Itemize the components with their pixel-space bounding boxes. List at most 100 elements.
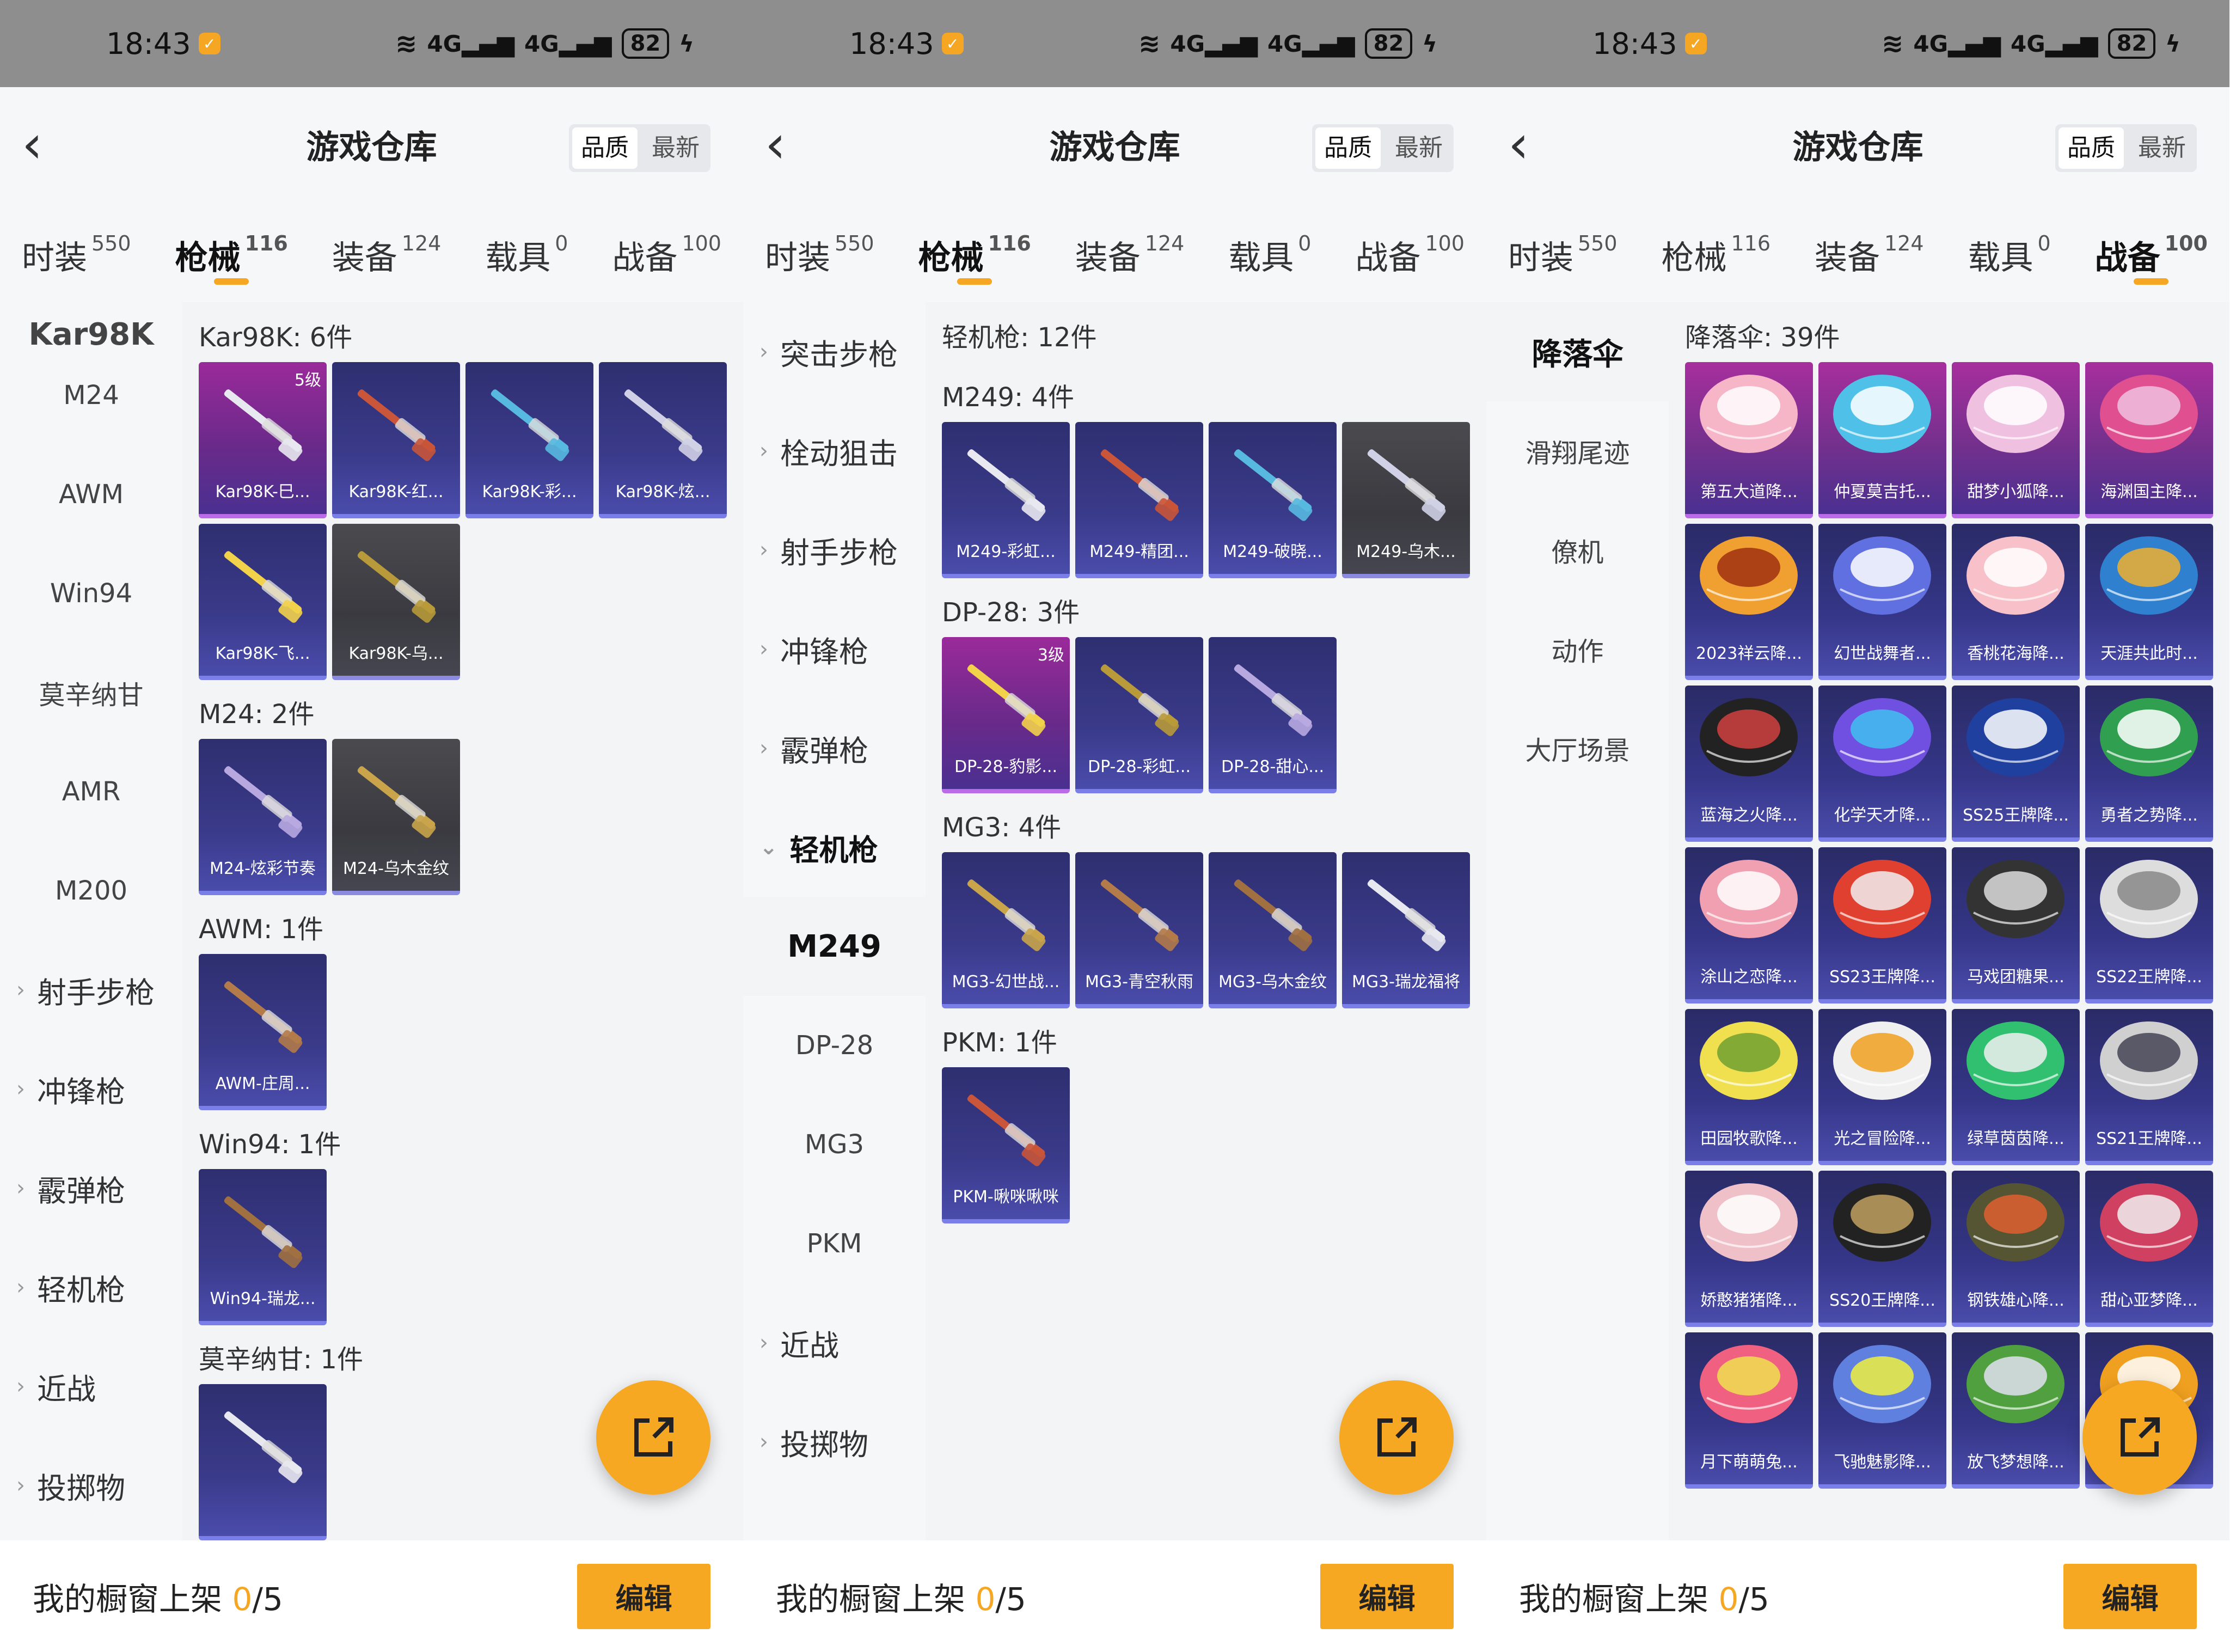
sidebar-category[interactable]: › 栓动狙击 (743, 401, 926, 500)
tab-2[interactable]: 装备 124 (1815, 219, 1924, 285)
sidebar-category[interactable]: ⌄ 轻机枪 (743, 798, 926, 897)
item-card[interactable]: Win94-瑞龙... (199, 1169, 327, 1325)
sort-quality-button[interactable]: 品质 (2059, 127, 2124, 169)
item-card[interactable]: M24-炫彩节奏 (199, 739, 327, 895)
item-card[interactable]: MG3-青空秋雨 (1075, 852, 1203, 1008)
item-card[interactable]: DP-28-彩虹... (1075, 637, 1203, 793)
item-card[interactable]: M249-破晓... (1209, 422, 1337, 578)
item-card[interactable]: 娇憨猪猪降... (1685, 1171, 1813, 1327)
back-icon[interactable]: ‹ (765, 118, 808, 170)
item-card[interactable]: 仲夏莫吉托... (1818, 362, 1946, 518)
sidebar-subitem[interactable]: PKM (743, 1194, 926, 1293)
share-button[interactable] (596, 1380, 710, 1495)
sidebar-subitem[interactable]: DP-28 (743, 996, 926, 1095)
sidebar-category[interactable]: › 投掷物 (743, 1392, 926, 1491)
tab-2[interactable]: 装备 124 (332, 219, 442, 285)
tab-0[interactable]: 时装 550 (22, 219, 131, 285)
item-card[interactable]: 马戏团糖果... (1952, 847, 2080, 1004)
item-card[interactable]: 天涯共此时... (2085, 524, 2213, 680)
item-card[interactable]: M249-彩虹... (942, 422, 1070, 578)
back-icon[interactable]: ‹ (22, 118, 65, 170)
item-card[interactable]: 绿草茵茵降... (1952, 1009, 2080, 1165)
item-card[interactable]: 钢铁雄心降... (1952, 1171, 2080, 1327)
sort-newest-button[interactable]: 最新 (641, 124, 710, 172)
sidebar-category[interactable]: › 射手步枪 (0, 940, 182, 1039)
sidebar-item[interactable]: M200 (0, 841, 182, 940)
sidebar-item[interactable]: AMR (0, 742, 182, 841)
sidebar-item[interactable]: 降落伞 (1486, 302, 1669, 401)
item-card[interactable]: DP-28-甜心... (1209, 637, 1337, 793)
sidebar-item[interactable]: 滑翔尾迹 (1486, 401, 1669, 500)
tab-1[interactable]: 枪械 116 (918, 219, 1031, 285)
sidebar-category[interactable]: › 冲锋枪 (0, 1039, 182, 1139)
sort-quality-button[interactable]: 品质 (572, 127, 638, 169)
sidebar-item[interactable]: 大厅场景 (1486, 699, 1669, 798)
item-card[interactable]: MG3-乌木金纹 (1209, 852, 1337, 1008)
tab-2[interactable]: 装备 124 (1075, 219, 1185, 285)
item-card[interactable]: 3级 DP-28-豹影... (942, 637, 1070, 793)
item-card[interactable]: PKM-啾咪啾咪 (942, 1067, 1070, 1223)
item-card[interactable]: SS25王牌降... (1952, 686, 2080, 842)
item-card[interactable]: 勇者之势降... (2085, 686, 2213, 842)
item-card[interactable]: 月下萌萌兔... (1685, 1332, 1813, 1489)
item-card[interactable]: 香桃花海降... (1952, 524, 2080, 680)
tab-3[interactable]: 载具 0 (485, 219, 568, 285)
sidebar-category[interactable]: › 投掷物 (0, 1436, 182, 1535)
edit-button[interactable]: 编辑 (2063, 1563, 2197, 1629)
sidebar-category[interactable]: › 冲锋枪 (743, 599, 926, 699)
sidebar-category[interactable]: › 射手步枪 (743, 500, 926, 599)
item-card[interactable]: SS20王牌降... (1818, 1171, 1946, 1327)
item-card[interactable]: 2023祥云降... (1685, 524, 1813, 680)
sidebar-item[interactable]: 莫辛纳甘 (0, 643, 182, 742)
share-button[interactable] (1339, 1380, 1454, 1495)
sidebar-category[interactable]: › 突击步枪 (743, 302, 926, 401)
tab-1[interactable]: 枪械 116 (175, 219, 288, 285)
item-card[interactable]: 甜心亚梦降... (2085, 1171, 2213, 1327)
item-card[interactable]: Kar98K-红... (332, 362, 460, 518)
tab-1[interactable]: 枪械 116 (1662, 219, 1771, 285)
tab-4[interactable]: 战备 100 (1355, 219, 1465, 285)
item-card[interactable]: 化学天才降... (1818, 686, 1946, 842)
sort-newest-button[interactable]: 最新 (1384, 124, 1454, 172)
sidebar-category[interactable]: › 近战 (0, 1337, 182, 1436)
item-card[interactable]: 放飞梦想降... (1952, 1332, 2080, 1489)
sidebar-category[interactable]: › 轻机枪 (0, 1238, 182, 1337)
sidebar-item[interactable]: Win94 (0, 544, 182, 643)
item-card[interactable]: 海渊国主降... (2085, 362, 2213, 518)
item-card[interactable]: AWM-庄周... (199, 954, 327, 1110)
item-card[interactable]: 飞驰魅影降... (1818, 1332, 1946, 1489)
item-card[interactable]: MG3-瑞龙福将 (1342, 852, 1470, 1008)
item-card[interactable]: SS21王牌降... (2085, 1009, 2213, 1165)
sidebar-item[interactable]: 动作 (1486, 599, 1669, 699)
back-icon[interactable]: ‹ (1508, 118, 1552, 170)
item-card[interactable]: MG3-幻世战... (942, 852, 1070, 1008)
item-card[interactable]: 幻世战舞者... (1818, 524, 1946, 680)
item-card[interactable]: SS22王牌降... (2085, 847, 2213, 1004)
item-card[interactable]: Kar98K-飞... (199, 524, 327, 680)
sidebar-category[interactable]: › 霰弹枪 (743, 699, 926, 798)
sidebar-category[interactable]: › 近战 (743, 1293, 926, 1392)
share-button[interactable] (2082, 1380, 2197, 1495)
tab-0[interactable]: 时装 550 (1508, 219, 1618, 285)
item-card[interactable]: 第五大道降... (1685, 362, 1813, 518)
sidebar-item[interactable]: M24 (0, 346, 182, 445)
sort-quality-button[interactable]: 品质 (1315, 127, 1381, 169)
item-card[interactable]: Kar98K-乌... (332, 524, 460, 680)
item-card[interactable]: 光之冒险降... (1818, 1009, 1946, 1165)
tab-4[interactable]: 战备 100 (612, 219, 721, 285)
sidebar-subitem[interactable]: MG3 (743, 1095, 926, 1194)
sidebar-category[interactable]: › 霰弹枪 (0, 1139, 182, 1238)
sidebar-item[interactable]: Kar98K (0, 302, 182, 346)
item-card[interactable] (199, 1384, 327, 1540)
item-card[interactable]: Kar98K-炫... (599, 362, 727, 518)
item-card[interactable]: 蓝海之火降... (1685, 686, 1813, 842)
item-card[interactable]: 田园牧歌降... (1685, 1009, 1813, 1165)
item-card[interactable]: 涂山之恋降... (1685, 847, 1813, 1004)
tab-3[interactable]: 载具 0 (1228, 219, 1311, 285)
item-card[interactable]: M249-乌木... (1342, 422, 1470, 578)
sidebar-item[interactable]: 僚机 (1486, 500, 1669, 599)
edit-button[interactable]: 编辑 (577, 1563, 710, 1629)
tab-4[interactable]: 战备 100 (2095, 219, 2208, 285)
item-card[interactable]: 甜梦小狐降... (1952, 362, 2080, 518)
item-card[interactable]: M24-乌木金纹 (332, 739, 460, 895)
